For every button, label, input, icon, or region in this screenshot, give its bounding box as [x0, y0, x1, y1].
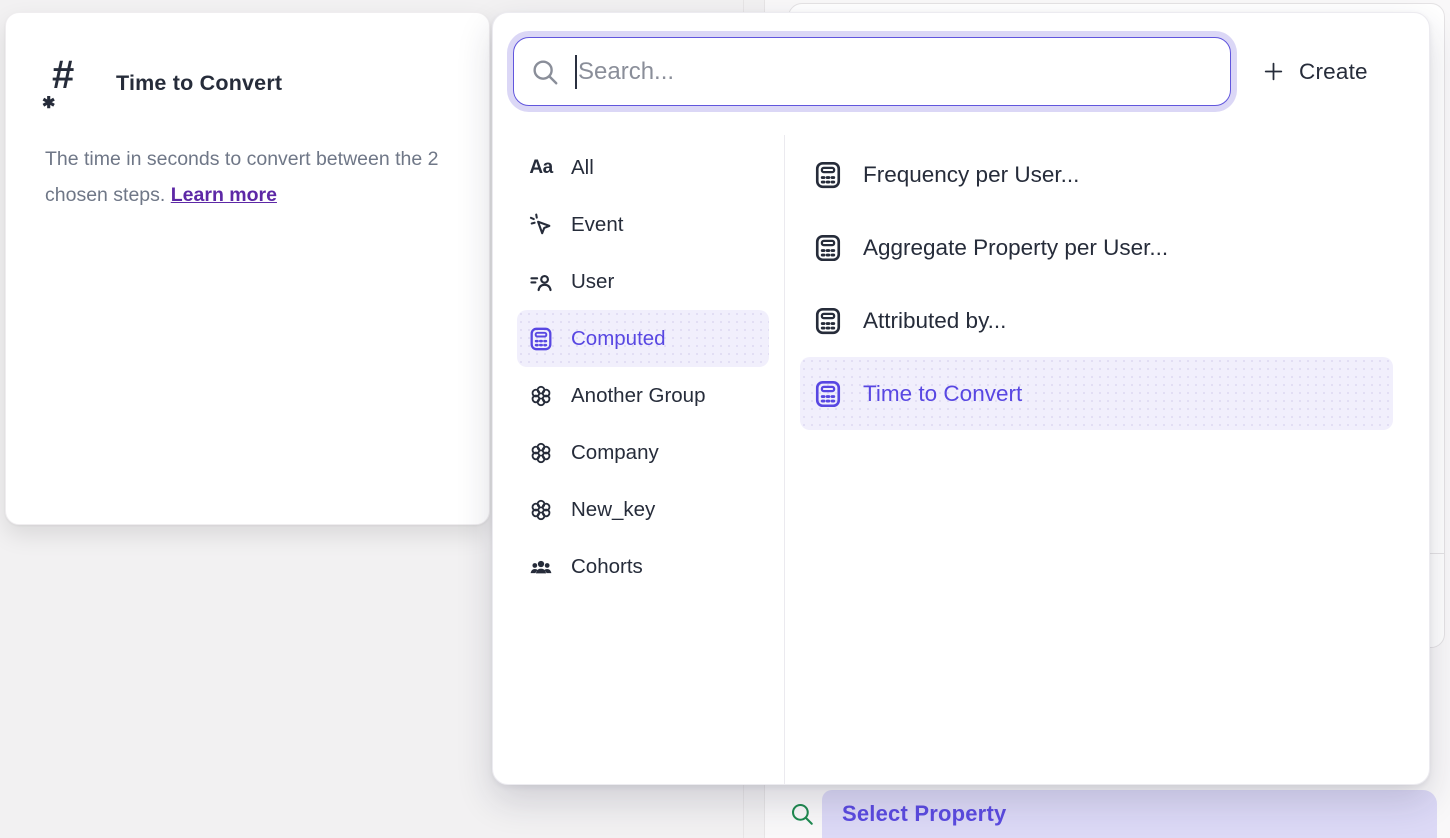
- property-picker-popup: Create Aa All Event User Computed Another Gro…: [492, 12, 1430, 785]
- computed-number-icon: # ✱: [44, 57, 88, 109]
- category-label: All: [571, 156, 594, 180]
- calculator-icon: [813, 233, 843, 263]
- cursor-click-icon: [528, 212, 554, 238]
- user-list-icon: [528, 269, 554, 295]
- group-cluster-icon: [528, 383, 554, 409]
- category-item-event[interactable]: Event: [517, 196, 769, 253]
- category-label: Computed: [571, 327, 666, 351]
- category-item-cohorts[interactable]: Cohorts: [517, 538, 769, 595]
- category-item-computed[interactable]: Computed: [517, 310, 769, 367]
- search-icon: [530, 57, 560, 87]
- results-list: Frequency per User... Aggregate Property …: [800, 138, 1393, 430]
- tooltip-description: The time in seconds to convert between t…: [45, 142, 447, 213]
- calculator-icon: [813, 306, 843, 336]
- result-label: Frequency per User...: [863, 162, 1079, 188]
- result-label: Attributed by...: [863, 308, 1006, 334]
- category-item-new-key[interactable]: New_key: [517, 481, 769, 538]
- column-divider: [784, 135, 785, 784]
- plus-icon: [1261, 59, 1286, 84]
- calculator-icon: [528, 326, 554, 352]
- property-tooltip-card: # ✱ Time to Convert The time in seconds …: [5, 12, 490, 525]
- select-property-label: Select Property: [842, 801, 1006, 827]
- category-label: User: [571, 270, 614, 294]
- result-label: Aggregate Property per User...: [863, 235, 1168, 261]
- calculator-icon: [813, 160, 843, 190]
- create-button[interactable]: Create: [1261, 37, 1368, 106]
- category-label: Company: [571, 441, 659, 465]
- result-label: Time to Convert: [863, 381, 1022, 407]
- result-item-time-to-convert[interactable]: Time to Convert: [800, 357, 1393, 430]
- category-item-user[interactable]: User: [517, 253, 769, 310]
- select-property-button[interactable]: Select Property: [822, 790, 1437, 838]
- category-list: Aa All Event User Computed Another Group Compa…: [517, 139, 769, 595]
- group-cluster-icon: [528, 497, 554, 523]
- search-icon: [789, 801, 815, 827]
- category-item-another-group[interactable]: Another Group: [517, 367, 769, 424]
- category-label: Event: [571, 213, 623, 237]
- text-cursor: [575, 55, 577, 89]
- result-item-aggregate-property-per-user[interactable]: Aggregate Property per User...: [800, 211, 1393, 284]
- group-cluster-icon: [528, 440, 554, 466]
- learn-more-link[interactable]: Learn more: [171, 184, 277, 206]
- tooltip-title: Time to Convert: [116, 71, 282, 96]
- result-item-frequency-per-user[interactable]: Frequency per User...: [800, 138, 1393, 211]
- category-item-all[interactable]: Aa All: [517, 139, 769, 196]
- create-button-label: Create: [1299, 59, 1368, 85]
- category-item-company[interactable]: Company: [517, 424, 769, 481]
- result-item-attributed-by[interactable]: Attributed by...: [800, 284, 1393, 357]
- category-label: Cohorts: [571, 555, 643, 579]
- search-input[interactable]: [578, 58, 1214, 86]
- tooltip-header: # ✱ Time to Convert: [44, 55, 282, 111]
- category-label: Another Group: [571, 384, 705, 408]
- category-label: New_key: [571, 498, 655, 522]
- search-box[interactable]: [513, 37, 1231, 106]
- calculator-icon: [813, 379, 843, 409]
- text-format-icon: Aa: [528, 155, 554, 181]
- cohorts-icon: [528, 554, 554, 580]
